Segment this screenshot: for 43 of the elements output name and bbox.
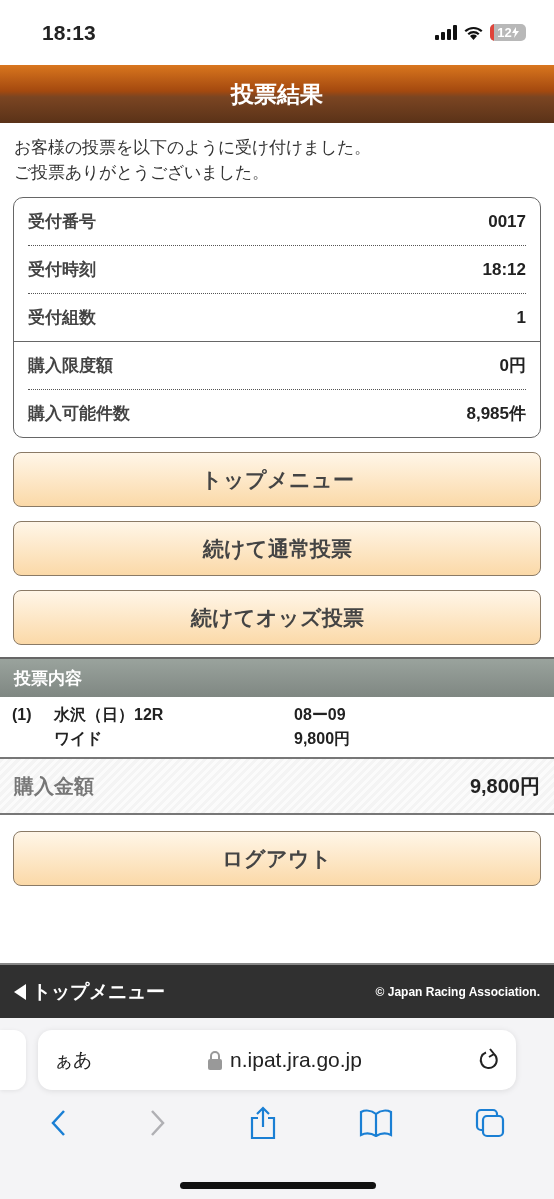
total-value: 9,800円 [469, 773, 540, 799]
top-menu-link[interactable]: トップメニュー [14, 978, 165, 1005]
signal-icon [435, 25, 457, 40]
bet-type: ワイド [54, 729, 103, 749]
row-label: 受付時刻 [28, 259, 96, 281]
book-icon [359, 1109, 393, 1137]
share-icon [249, 1106, 277, 1140]
bolt-icon [511, 27, 519, 38]
address-bar[interactable]: ぁあ n.ipat.jra.go.jp [38, 1030, 516, 1090]
reload-icon[interactable] [478, 1048, 500, 1072]
menu-button[interactable]: 続けてオッズ投票 [13, 590, 541, 645]
wifi-icon [463, 25, 484, 40]
text-size-button[interactable]: ぁあ [54, 1047, 92, 1073]
row-label: 受付組数 [28, 307, 96, 329]
battery-text: 12 [497, 25, 512, 40]
row-label: 購入可能件数 [28, 403, 130, 425]
row-value: 1 [516, 307, 526, 328]
row-label: 受付番号 [28, 211, 96, 233]
total-label: 購入金額 [14, 773, 94, 799]
menu-button[interactable]: トップメニュー [13, 452, 541, 507]
lock-icon [208, 1050, 223, 1070]
message-text: ご投票ありがとうございました。 [14, 162, 270, 184]
row-value: 18:12 [482, 259, 526, 280]
row-label: 購入限度額 [28, 355, 113, 377]
copyright-text: © Japan Racing Association. [375, 984, 540, 999]
bet-race: 水沢（日）12R [54, 705, 165, 725]
url-text: n.ipat.jra.go.jp [230, 1048, 362, 1072]
row-value: 8,985件 [466, 403, 526, 425]
bet-amount: 9,800円 [294, 729, 352, 749]
row-value: 0円 [499, 355, 526, 377]
message-text: お客様の投票を以下のように受け付けました。 [14, 137, 372, 159]
section-header: 投票内容 [0, 657, 554, 697]
tabs-icon [475, 1108, 505, 1138]
row-value: 0017 [488, 211, 526, 232]
forward-icon [149, 1108, 167, 1138]
back-icon [49, 1108, 67, 1138]
bet-combination: 08ー09 [294, 705, 347, 725]
logout-button[interactable]: ログアウト [13, 831, 541, 886]
bet-number: (1) [12, 705, 33, 725]
left-triangle-icon [14, 983, 26, 1000]
status-time: 18:13 [42, 20, 96, 45]
menu-button[interactable]: 続けて通常投票 [13, 521, 541, 576]
page-title: 投票結果 [0, 65, 554, 123]
